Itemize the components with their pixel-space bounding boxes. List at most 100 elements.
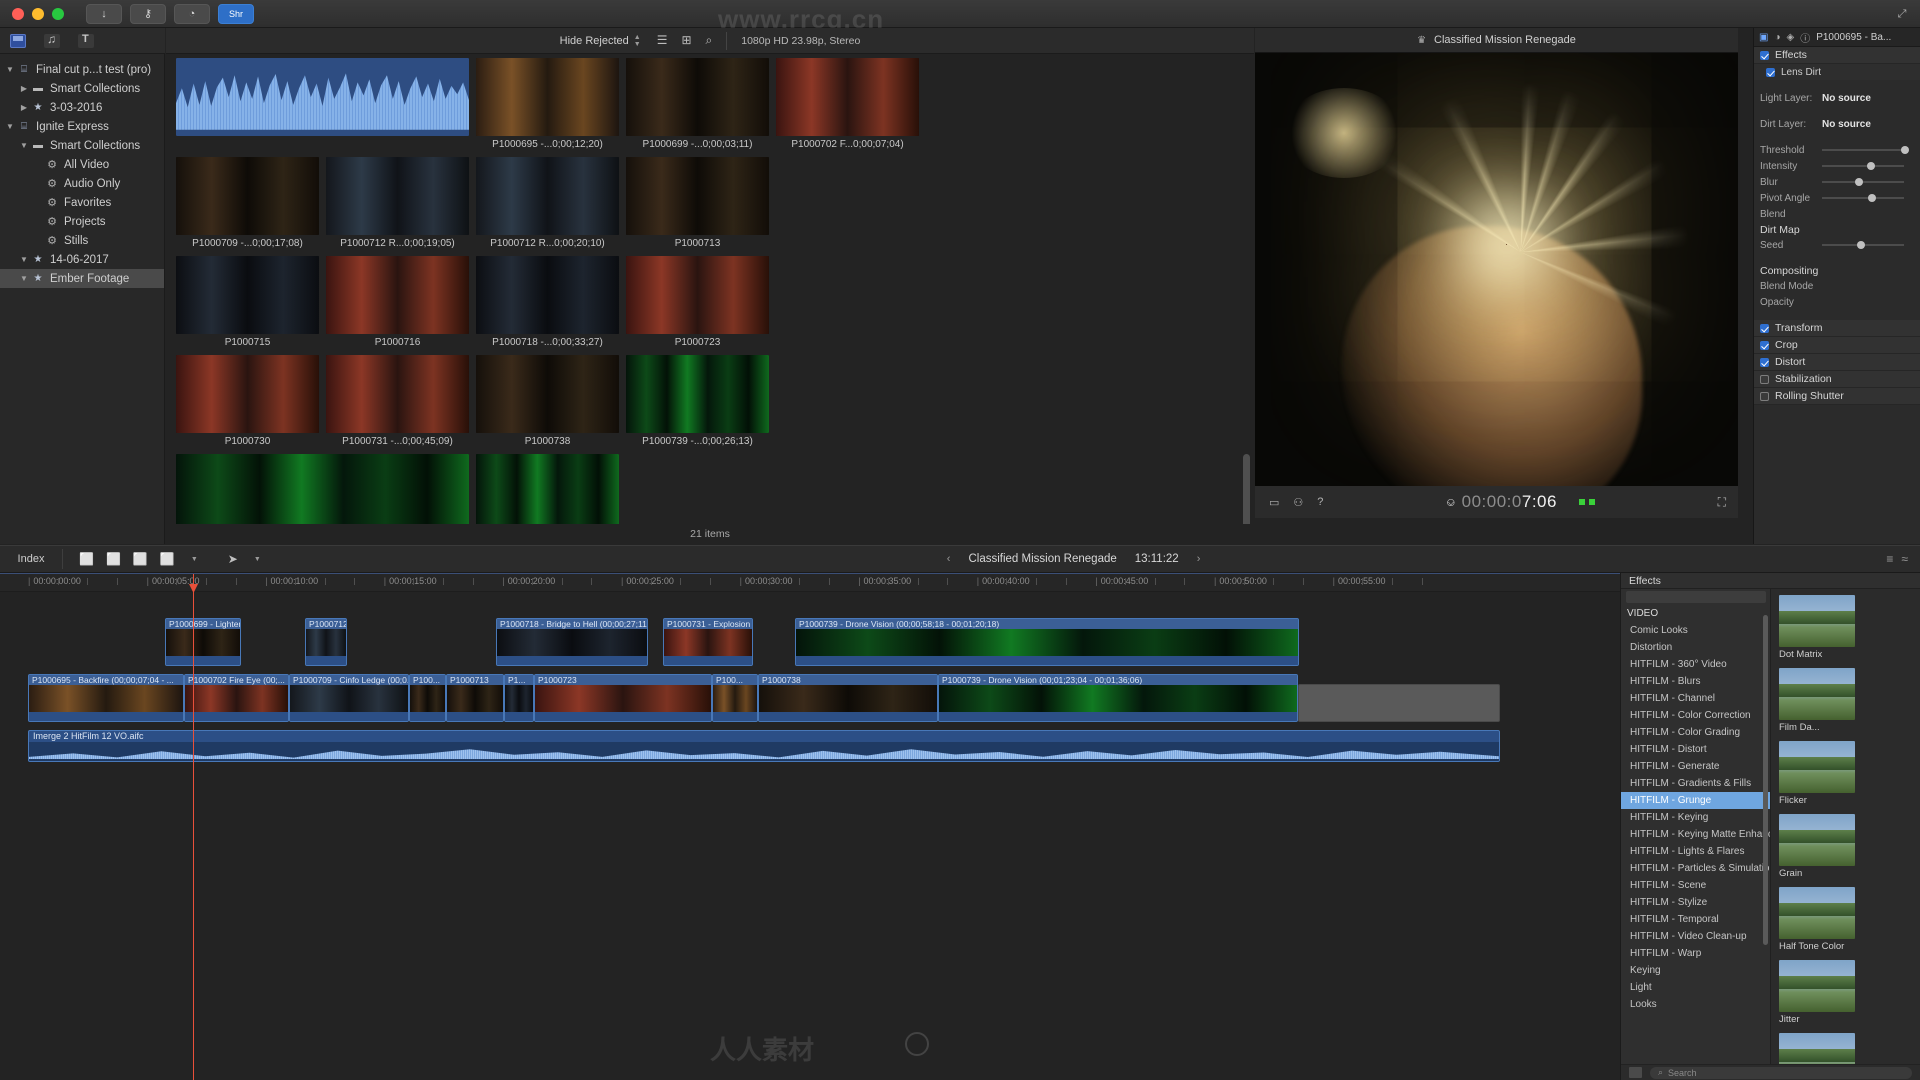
clip-P1000738[interactable]: P1000738 — [476, 355, 619, 447]
libraries-icon[interactable] — [10, 34, 26, 48]
share-button[interactable]: Shr — [218, 4, 254, 24]
filmstrip-view-icon[interactable]: ⊞ — [681, 33, 691, 48]
timeline-clip-explosion[interactable]: P1000731 - Explosion (00;... — [663, 618, 753, 666]
param-blur-row[interactable]: Blur — [1754, 174, 1920, 190]
timeline-appearance-icon[interactable]: ≡ — [1886, 552, 1893, 566]
effects-category-looks[interactable]: Looks — [1621, 996, 1770, 1013]
clip-P1000699[interactable]: P1000699 -...0;00;03;11) — [626, 58, 769, 150]
toggle-checkbox[interactable] — [1760, 392, 1769, 401]
effects-category-hitfilm-keying-matte-enhance[interactable]: HITFILM - Keying Matte Enhance... — [1621, 826, 1770, 843]
effects-filter-field[interactable] — [1626, 591, 1766, 603]
light-layer-row[interactable]: Light Layer: No source — [1754, 90, 1920, 106]
effects-category-hitfilm-scene[interactable]: HITFILM - Scene — [1621, 877, 1770, 894]
clip-thumbnail[interactable] — [326, 256, 469, 334]
clip-P1000712-R2[interactable]: P1000712 R...0;00;20;10) — [476, 157, 619, 249]
clip-thumbnail[interactable] — [776, 58, 919, 136]
clip-thumbnail[interactable] — [476, 355, 619, 433]
sidebar-item-ember-footage[interactable]: ▼★Ember Footage — [0, 269, 164, 288]
inspector-toggle-transform[interactable]: Transform — [1754, 320, 1920, 337]
sidebar-item-3-03-2016[interactable]: ▶★3-03-2016 — [0, 98, 164, 117]
clip-P1000713[interactable]: P1000713 — [626, 157, 769, 249]
effects-category-hitfilm-blurs[interactable]: HITFILM - Blurs — [1621, 673, 1770, 690]
close-window-button[interactable] — [12, 8, 24, 20]
insert-clip-icon[interactable]: ⬜ — [106, 552, 121, 566]
clip-P1000739-a[interactable]: P1000739 -...0;00;26;13) — [626, 355, 769, 447]
timeline-gap-clip[interactable] — [1298, 684, 1500, 722]
effects-category-comic-looks[interactable]: Comic Looks — [1621, 622, 1770, 639]
inspector-toggle-distort[interactable]: Distort — [1754, 354, 1920, 371]
clip-P1000730[interactable]: P1000730 — [176, 355, 319, 447]
param-pivot-angle-row[interactable]: Pivot Angle — [1754, 190, 1920, 206]
clip-thumbnail[interactable] — [626, 157, 769, 235]
effects-category-video[interactable]: VIDEO — [1621, 605, 1770, 622]
viewer-settings-icon[interactable]: ⚇ — [1293, 496, 1303, 509]
effects-category-light[interactable]: Light — [1621, 979, 1770, 996]
list-view-icon[interactable]: ☰ — [657, 33, 668, 48]
effect-preview-thumbnail[interactable] — [1779, 741, 1855, 793]
param-slider[interactable] — [1822, 149, 1904, 151]
timeline-clip-P100-short[interactable]: P100... — [712, 674, 758, 722]
next-project-button[interactable]: › — [1197, 553, 1201, 565]
param-intensity-row[interactable]: Intensity — [1754, 158, 1920, 174]
dirt-layer-row[interactable]: Dirt Layer: No source — [1754, 116, 1920, 132]
effect-preview-thumbnail[interactable] — [1779, 814, 1855, 866]
chevron-down-icon[interactable]: ▼ — [254, 556, 261, 563]
effect-preview-thumbnail[interactable] — [1779, 595, 1855, 647]
effect-tile-film-da[interactable]: Film Da... — [1779, 668, 1855, 733]
color-inspector-icon[interactable]: ◑ — [1774, 32, 1780, 43]
clip-thumbnail[interactable] — [176, 58, 469, 136]
clip-thumbnail[interactable] — [176, 157, 319, 235]
inspector-panel[interactable]: ▣ ◑ ◈ ⓘ P1000695 - Ba... Effects Lens Di… — [1753, 28, 1920, 544]
timeline-clip-P1000738[interactable]: P1000738 — [758, 674, 938, 722]
sidebar-item-all-video[interactable]: ⚙All Video — [0, 155, 164, 174]
audio-inspector-icon[interactable]: ◈ — [1787, 32, 1795, 43]
seed-row[interactable]: Seed — [1754, 237, 1920, 253]
param-blend-row[interactable]: Blend — [1754, 206, 1920, 222]
toggle-checkbox[interactable] — [1760, 341, 1769, 350]
timeline-audio-clip[interactable]: Imerge 2 HitFilm 12 VO.aifc — [28, 730, 1500, 762]
fullscreen-button[interactable]: ⤢ — [1892, 4, 1912, 24]
effect-tile-grain[interactable]: Grain — [1779, 814, 1855, 879]
effects-category-distortion[interactable]: Distortion — [1621, 639, 1770, 656]
sidebar-item-audio-only[interactable]: ⚙Audio Only — [0, 174, 164, 193]
effect-tile-noise[interactable]: Noise — [1779, 1033, 1855, 1064]
effect-tile-flicker[interactable]: Flicker — [1779, 741, 1855, 806]
effects-category-hitfilm-color-correction[interactable]: HITFILM - Color Correction — [1621, 707, 1770, 724]
previous-project-button[interactable]: ‹ — [947, 553, 951, 565]
opacity-row[interactable]: Opacity — [1754, 294, 1920, 310]
seed-slider[interactable] — [1822, 244, 1904, 246]
info-inspector-icon[interactable]: ⓘ — [1800, 30, 1810, 45]
effects-category-hitfilm-color-grading[interactable]: HITFILM - Color Grading — [1621, 724, 1770, 741]
clip-P1000716[interactable]: P1000716 — [326, 256, 469, 348]
disclosure-triangle-icon[interactable]: ▼ — [4, 122, 16, 131]
timeline-clip-P1000712[interactable]: P1000712... — [305, 618, 347, 666]
clip-P1000731[interactable]: P1000731 -...0;00;45;09) — [326, 355, 469, 447]
timeline-playhead[interactable] — [193, 574, 194, 1080]
effect-tile-half-tone-color[interactable]: Half Tone Color — [1779, 887, 1855, 952]
chevron-down-icon[interactable]: ▼ — [191, 556, 198, 563]
pause-icon[interactable]: ⎉ — [1446, 495, 1456, 510]
inspector-toggle-crop[interactable]: Crop — [1754, 337, 1920, 354]
timeline-clip-backfire[interactable]: P1000695 - Backfire (00;00;07;04 - ... — [28, 674, 184, 722]
effect-preview-thumbnail[interactable] — [1779, 668, 1855, 720]
clip-thumbnail[interactable] — [176, 256, 319, 334]
param-threshold-row[interactable]: Threshold — [1754, 142, 1920, 158]
append-to-storyline-icon[interactable]: ⬜ — [79, 552, 94, 566]
effects-category-hitfilm-360-video[interactable]: HITFILM - 360° Video — [1621, 656, 1770, 673]
toggle-checkbox[interactable] — [1760, 358, 1769, 367]
import-media-button[interactable]: ↓ — [86, 4, 122, 24]
keyword-editor-button[interactable]: ⚷ — [130, 4, 166, 24]
effects-browser-panel[interactable]: Effects VIDEOComic LooksDistortionHITFIL… — [1620, 573, 1920, 1080]
clip-P1000709[interactable]: P1000709 -...0;00;17;08) — [176, 157, 319, 249]
audio-waveform-clip[interactable] — [176, 58, 469, 150]
inspector-effects-section[interactable]: Effects — [1754, 47, 1920, 64]
effects-category-hitfilm-generate[interactable]: HITFILM - Generate — [1621, 758, 1770, 775]
clip-P1000715[interactable]: P1000715 — [176, 256, 319, 348]
connect-to-storyline-icon[interactable]: ⬜ — [133, 552, 148, 566]
viewer-display-icon[interactable]: ▭ — [1269, 496, 1279, 509]
effects-preview-toggle-icon[interactable] — [1629, 1067, 1642, 1078]
music-sound-icon[interactable] — [44, 34, 60, 48]
disclosure-triangle-icon[interactable]: ▶ — [18, 84, 30, 93]
search-icon[interactable]: ⌕ — [706, 33, 713, 48]
maximize-window-button[interactable] — [52, 8, 64, 20]
